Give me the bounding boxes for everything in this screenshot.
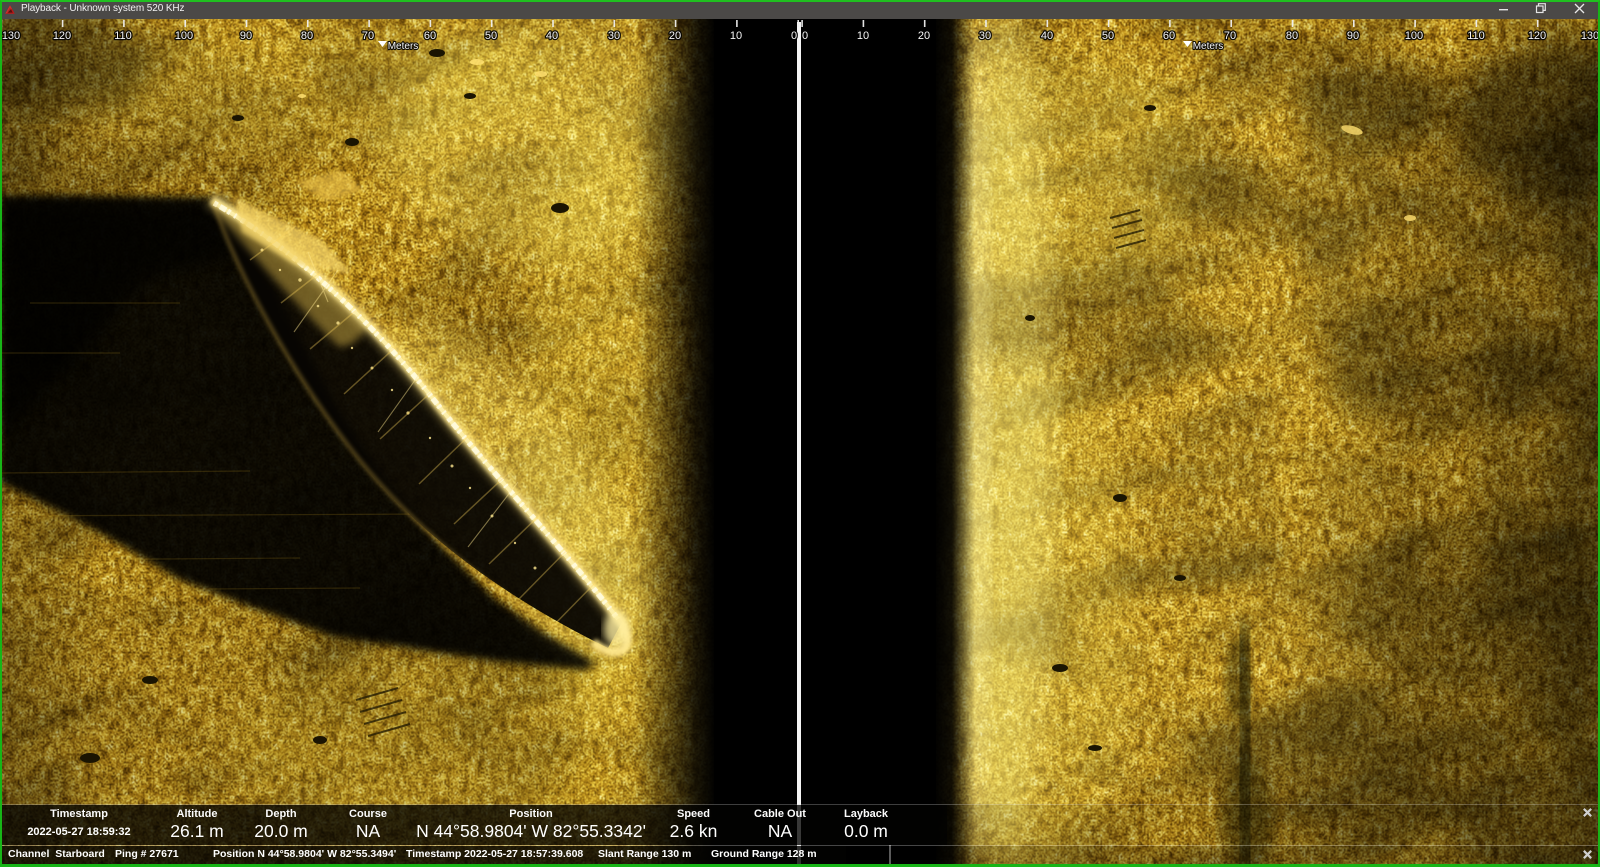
svg-text:100: 100 — [175, 30, 193, 42]
svg-text:70: 70 — [1224, 30, 1236, 42]
svg-text:60: 60 — [1163, 30, 1175, 42]
svg-text:50: 50 — [1102, 30, 1114, 42]
svg-text:10: 10 — [730, 30, 742, 42]
svg-text:50: 50 — [485, 30, 497, 42]
svg-text:20: 20 — [669, 30, 681, 42]
svg-text:130: 130 — [1581, 30, 1599, 42]
svg-text:110: 110 — [1467, 30, 1485, 42]
svg-text:80: 80 — [1286, 30, 1298, 42]
svg-text:40: 40 — [1041, 30, 1053, 42]
svg-text:90: 90 — [240, 30, 252, 42]
svg-text:30: 30 — [608, 30, 620, 42]
svg-text:Meters: Meters — [1193, 41, 1224, 52]
svg-text:70: 70 — [362, 30, 374, 42]
svg-text:60: 60 — [424, 30, 436, 42]
svg-text:10: 10 — [857, 30, 869, 42]
svg-text:120: 120 — [1528, 30, 1546, 42]
svg-text:110: 110 — [114, 30, 132, 42]
svg-text:0: 0 — [802, 30, 808, 42]
svg-text:130: 130 — [2, 30, 20, 42]
svg-text:90: 90 — [1347, 30, 1359, 42]
svg-text:100: 100 — [1405, 30, 1423, 42]
svg-text:120: 120 — [53, 30, 71, 42]
svg-text:80: 80 — [301, 30, 313, 42]
svg-text:0: 0 — [791, 30, 797, 42]
svg-text:30: 30 — [979, 30, 991, 42]
svg-text:20: 20 — [918, 30, 930, 42]
svg-text:Meters: Meters — [388, 41, 419, 52]
svg-text:40: 40 — [546, 30, 558, 42]
